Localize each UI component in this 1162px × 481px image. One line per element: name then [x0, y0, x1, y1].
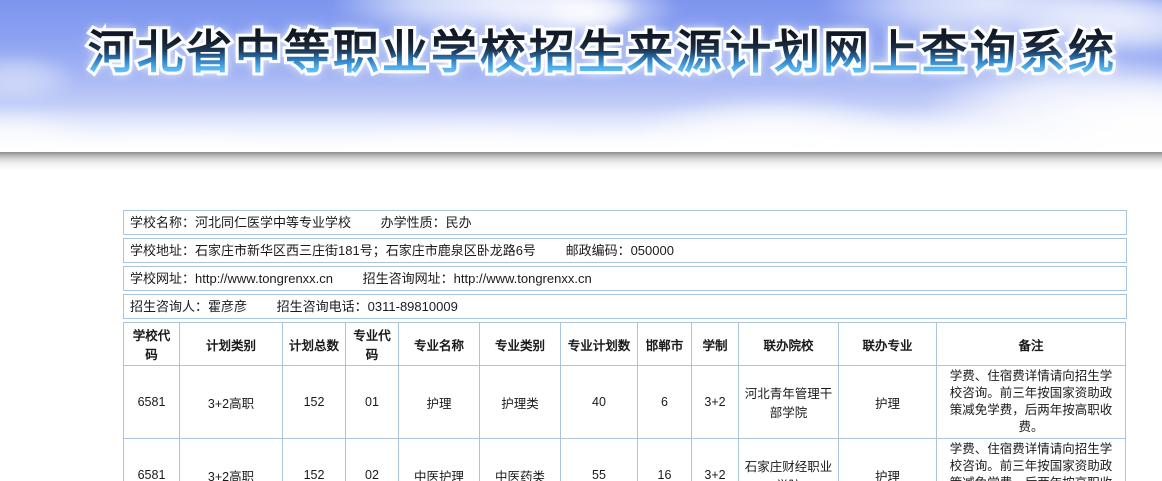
consultant-row: 招生咨询人：霍彦彦 招生咨询电话：0311-89810009: [123, 294, 1127, 319]
page: 河北省中等职业学校招生来源计划网上查询系统 河北省中等职业学校招生来源计划网上查…: [0, 0, 1162, 481]
school-nature-label: 办学性质：: [380, 215, 446, 230]
school-address-value: 石家庄市新华区西三庄街181号；石家庄市鹿泉区卧龙路6号: [195, 243, 536, 258]
cell-schooling-length: 3+2: [691, 438, 739, 481]
consult-phone-label: 招生咨询电话：: [276, 299, 368, 314]
postal-code-value: 050000: [630, 243, 674, 258]
column-header-plan-total: 计划总数: [282, 322, 346, 366]
content-area: 学校名称：河北同仁医学中等专业学校 办学性质：民办 学校地址：石家庄市新华区西三…: [123, 210, 1129, 481]
column-header-major-name: 专业名称: [398, 322, 480, 366]
cell-handan-city: 16: [637, 438, 692, 481]
consult-website-url: http://www.tongrenxx.cn: [453, 271, 592, 286]
cell-major-plan-count: 40: [560, 365, 638, 439]
table-row: 6581 3+2高职 152 02 中医护理 中医药类 55 16 3+2 石家…: [123, 438, 1126, 481]
column-header-remarks: 备注: [936, 322, 1126, 366]
school-name-value: 河北同仁医学中等专业学校: [195, 215, 352, 230]
table-header-row: 学校代码 计划类别 计划总数 专业代码 专业名称 专业类别 专业计划数 邯郸市 …: [123, 322, 1126, 366]
school-website-label: 学校网址：: [130, 271, 196, 286]
page-title-text: 河北省中等职业学校招生来源计划网上查询系统: [88, 26, 1117, 78]
school-nature-pair: 办学性质：民办: [381, 215, 472, 230]
cell-major-name: 护理: [398, 365, 480, 439]
cell-major-code: 02: [345, 438, 399, 481]
school-address-pair: 学校地址：石家庄市新华区西三庄街181号；石家庄市鹿泉区卧龙路6号: [130, 243, 536, 258]
school-name-pair: 学校名称：河北同仁医学中等专业学校: [130, 215, 351, 230]
cell-major-category: 中医药类: [479, 438, 561, 481]
cell-plan-type: 3+2高职: [179, 438, 283, 481]
enrollment-plan-table: 学校代码 计划类别 计划总数 专业代码 专业名称 专业类别 专业计划数 邯郸市 …: [123, 322, 1126, 481]
cell-partner-college: 河北青年管理干部学院: [738, 365, 839, 439]
cell-partner-major: 护理: [838, 365, 937, 439]
column-header-partner-college: 联办院校: [738, 322, 839, 366]
consultant-label: 招生咨询人：: [130, 299, 209, 314]
table-row: 6581 3+2高职 152 01 护理 护理类 40 6 3+2 河北青年管理…: [123, 365, 1126, 439]
column-header-school-code: 学校代码: [123, 322, 180, 366]
school-address-label: 学校地址：: [130, 243, 196, 258]
column-header-major-plan-count: 专业计划数: [560, 322, 638, 366]
cell-remarks: 学费、住宿费详情请向招生学校咨询。前三年按国家资助政策减免学费，后两年按高职收费…: [936, 438, 1126, 481]
cell-major-plan-count: 55: [560, 438, 638, 481]
consultant-value: 霍彦彦: [208, 299, 248, 314]
school-address-row: 学校地址：石家庄市新华区西三庄街181号；石家庄市鹿泉区卧龙路6号 邮政编码：0…: [123, 238, 1127, 263]
consultant-pair: 招生咨询人：霍彦彦: [130, 299, 247, 314]
school-website-row: 学校网址：http://www.tongrenxx.cn 招生咨询网址：http…: [123, 266, 1127, 291]
consult-phone-value: 0311-89810009: [367, 299, 458, 314]
cell-school-code: 6581: [123, 438, 180, 481]
cell-partner-college: 石家庄财经职业学院: [738, 438, 839, 481]
column-header-major-code: 专业代码: [345, 322, 399, 366]
column-header-partner-major: 联办专业: [838, 322, 937, 366]
postal-code-label: 邮政编码：: [565, 243, 631, 258]
cell-school-code: 6581: [123, 365, 180, 439]
school-website-pair: 学校网址：http://www.tongrenxx.cn: [130, 271, 333, 286]
column-header-plan-type: 计划类别: [179, 322, 283, 366]
cell-plan-total: 152: [282, 438, 346, 481]
cell-remarks: 学费、住宿费详情请向招生学校咨询。前三年按国家资助政策减免学费，后两年按高职收费…: [936, 365, 1126, 439]
cell-partner-major: 护理: [838, 438, 937, 481]
school-name-row: 学校名称：河北同仁医学中等专业学校 办学性质：民办: [123, 210, 1127, 235]
column-header-handan-city: 邯郸市: [637, 322, 692, 366]
school-website-url: http://www.tongrenxx.cn: [195, 271, 334, 286]
column-header-schooling-length: 学制: [691, 322, 739, 366]
column-header-major-category: 专业类别: [479, 322, 561, 366]
consult-phone-pair: 招生咨询电话：0311-89810009: [277, 299, 458, 314]
consult-website-pair: 招生咨询网址：http://www.tongrenxx.cn: [363, 271, 592, 286]
postal-code-pair: 邮政编码：050000: [566, 243, 674, 258]
banner-bottom-haze: [0, 104, 1162, 152]
school-nature-value: 民办: [445, 215, 472, 230]
cell-schooling-length: 3+2: [691, 365, 739, 439]
page-title: 河北省中等职业学校招生来源计划网上查询系统 河北省中等职业学校招生来源计划网上查…: [85, 22, 1117, 82]
cell-handan-city: 6: [637, 365, 692, 439]
cloud: [0, 52, 80, 104]
cell-plan-total: 152: [282, 365, 346, 439]
page-header-banner: 河北省中等职业学校招生来源计划网上查询系统 河北省中等职业学校招生来源计划网上查…: [0, 0, 1162, 152]
header-divider: [0, 152, 1162, 170]
cell-plan-type: 3+2高职: [179, 365, 283, 439]
consult-website-label: 招生咨询网址：: [362, 271, 454, 286]
cell-major-code: 01: [345, 365, 399, 439]
school-name-label: 学校名称：: [130, 215, 196, 230]
cell-major-name: 中医护理: [398, 438, 480, 481]
cell-major-category: 护理类: [479, 365, 561, 439]
